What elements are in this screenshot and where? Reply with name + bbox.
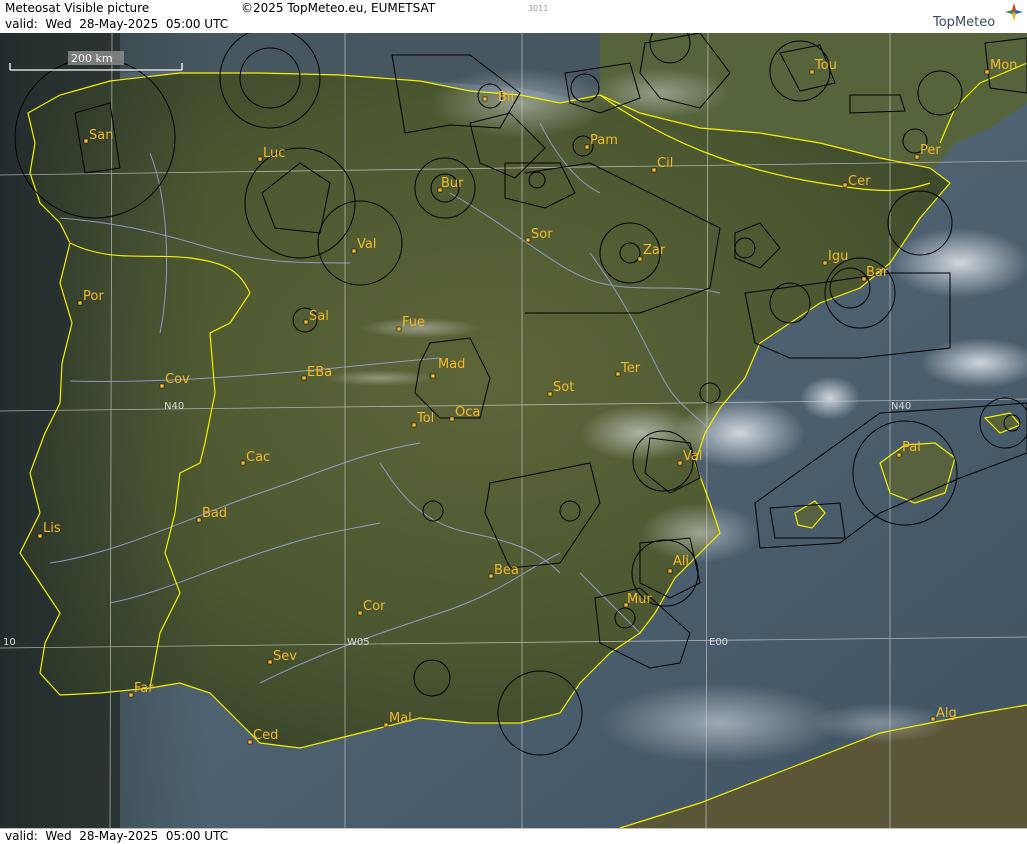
city-label-val-east: Val: [683, 449, 702, 464]
city-label-bad: Bad: [202, 506, 227, 521]
city-label-luc: Luc: [263, 146, 285, 161]
city-label-sal: Sal: [309, 309, 329, 324]
city-label-pal: Pal: [902, 440, 921, 455]
city-label-cil: Cil: [657, 156, 673, 171]
city-label-mal: Mal: [389, 711, 412, 726]
city-label-sor: Sor: [531, 227, 553, 242]
footer-bar: valid: Wed 28-May-2025 05:00 UTC: [0, 828, 1027, 844]
grid-label-w10: 10: [3, 637, 16, 648]
grid-label-e00: E00: [709, 637, 728, 648]
city-label-mur: Mur: [627, 592, 652, 607]
logo-text: TopMeteo: [933, 15, 996, 30]
scale-bar-label: 200 km: [71, 52, 113, 65]
city-label-val-north: Val: [357, 237, 376, 252]
city-label-ced: Ced: [253, 728, 278, 743]
grid-label-n40-west: N40: [164, 401, 184, 412]
city-label-eba: EBa: [307, 365, 332, 380]
city-label-ali: Ali: [673, 554, 689, 569]
city-label-bur: Bur: [441, 176, 464, 191]
city-label-zar: Zar: [643, 243, 666, 258]
city-label-mad: Mad: [438, 357, 465, 372]
image-id: 3011: [528, 4, 549, 13]
city-label-far: Far: [134, 681, 154, 696]
footer-valid-time: valid: Wed 28-May-2025 05:00 UTC: [5, 829, 229, 843]
city-label-bar: Bar: [866, 265, 889, 280]
city-label-lis: Lis: [43, 521, 61, 536]
map-canvas: San Bil Pam Tou Mon Luc Cil Per Bur Cer …: [0, 33, 1027, 828]
west-shading: [0, 33, 210, 828]
city-label-per: Per: [920, 143, 941, 158]
grid-label-n40-east: N40: [891, 401, 911, 412]
city-label-ter: Ter: [620, 361, 641, 376]
city-label-tol: Tol: [416, 411, 434, 426]
city-label-igu: Igu: [828, 249, 848, 264]
valid-time: valid: Wed 28-May-2025 05:00 UTC: [5, 17, 229, 31]
city-label-tou: Tou: [814, 58, 837, 73]
satellite-map[interactable]: San Bil Pam Tou Mon Luc Cil Per Bur Cer …: [0, 33, 1027, 828]
city-label-sot: Sot: [553, 380, 574, 395]
city-label-por: Por: [83, 289, 104, 304]
city-label-cac: Cac: [246, 450, 270, 465]
city-label-mon: Mon: [990, 58, 1017, 73]
image-title: Meteosat Visible picture: [5, 1, 150, 15]
city-label-pam: Pam: [590, 133, 618, 148]
grid-label-w05: W05: [347, 637, 370, 648]
header-bar: Meteosat Visible picture ©2025 TopMeteo.…: [0, 0, 1027, 34]
city-label-cor: Cor: [363, 599, 386, 614]
city-label-bil: Bil: [498, 90, 514, 105]
topmeteo-logo[interactable]: TopMeteo: [928, 2, 1024, 32]
city-label-fue: Fue: [402, 315, 425, 330]
city-label-san: San: [89, 128, 113, 143]
city-label-oca: Oca: [455, 405, 480, 420]
copyright-text: ©2025 TopMeteo.eu, EUMETSAT: [241, 1, 436, 15]
city-label-alg: Alg: [936, 706, 957, 721]
city-label-cov: Cov: [165, 372, 190, 387]
city-label-cer: Cer: [848, 174, 871, 189]
city-label-sev: Sev: [273, 649, 297, 664]
city-label-bea: Bea: [494, 563, 519, 578]
